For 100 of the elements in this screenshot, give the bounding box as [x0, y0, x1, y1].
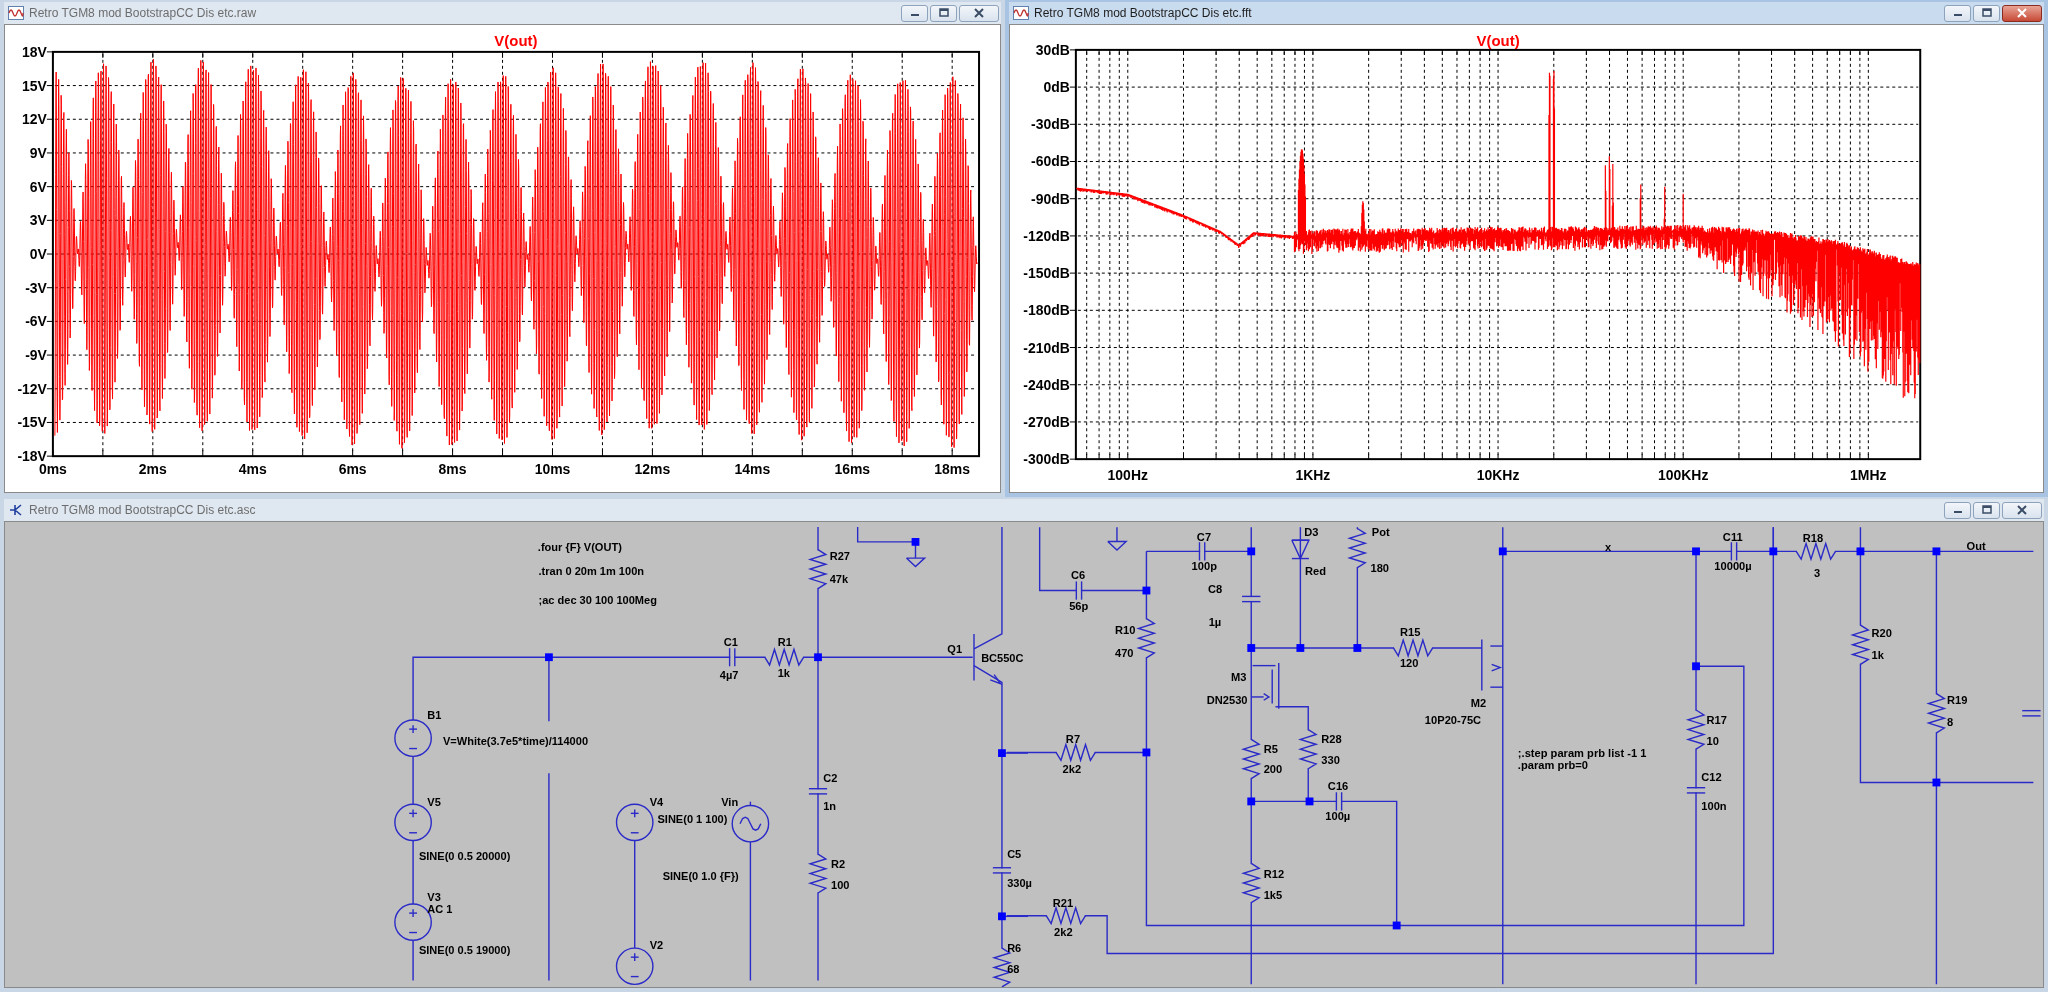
component-label: R6 — [1007, 942, 1022, 955]
minimize-button[interactable] — [1944, 4, 1971, 22]
component-label: 1n — [823, 800, 837, 813]
axis-tick-label: -15V — [17, 414, 47, 431]
axis-tick-label: 2ms — [138, 461, 167, 478]
component-label: 1k — [777, 666, 790, 679]
axis-tick-label: -9V — [25, 347, 47, 364]
component-label: M2 — [1470, 697, 1487, 710]
axis-tick-label: 0V — [29, 246, 47, 262]
restore-button[interactable] — [930, 4, 957, 22]
waveform-icon — [8, 6, 24, 20]
component-label: Vin — [721, 795, 739, 808]
component-label: SINE(0 1.0 {F}) — [662, 869, 739, 882]
close-button[interactable] — [2002, 501, 2042, 519]
axis-tick-label: 14ms — [734, 461, 771, 478]
axis-tick-label: -60dB — [1031, 153, 1070, 170]
component-label: 330µ — [1007, 877, 1032, 890]
window-title: Retro TGM8 mod BootstrapCC Dis etc.fft — [1034, 5, 1252, 22]
axis-tick-label: -120dB — [1023, 227, 1070, 244]
component-label: C7 — [1196, 531, 1212, 543]
spice-directive: ;ac dec 30 100 100Meg — [538, 594, 657, 607]
component-label: C11 — [1722, 531, 1743, 543]
axis-tick-label: 18ms — [934, 461, 970, 478]
component-label: 1k — [1871, 649, 1884, 662]
component-label: AC 1 — [427, 903, 453, 916]
component-label: x — [1604, 540, 1612, 553]
component-label: R12 — [1263, 867, 1285, 880]
component-label: C12 — [1701, 771, 1722, 784]
component-label: 2k2 — [1062, 762, 1082, 775]
restore-button[interactable] — [1973, 501, 2000, 519]
component-label: 1k5 — [1263, 889, 1283, 902]
component-label: 100p — [1191, 560, 1217, 573]
schematic-icon — [8, 503, 24, 517]
component-label: R1 — [777, 636, 792, 649]
minimize-button[interactable] — [901, 4, 928, 22]
component-label: 68 — [1007, 962, 1020, 975]
axis-tick-label: -210dB — [1023, 339, 1070, 356]
axis-tick-label: -180dB — [1023, 302, 1070, 319]
component-label: R17 — [1706, 713, 1727, 726]
axis-tick-label: -240dB — [1023, 376, 1070, 393]
component-label: 120 — [1399, 657, 1419, 669]
restore-button[interactable] — [1973, 4, 2000, 22]
axis-tick-label: -3V — [25, 279, 47, 296]
axis-tick-label: 10KHz — [1476, 467, 1520, 484]
axis-tick-label: 1MHz — [1850, 467, 1887, 484]
axis-tick-label: 6ms — [338, 461, 367, 478]
axis-tick-label: 4ms — [238, 461, 267, 478]
component-label: SINE(0 0.5 19000) — [418, 944, 511, 956]
axis-tick-label: 8ms — [438, 461, 467, 478]
component-label: 100µ — [1325, 810, 1351, 823]
component-label: 10 — [1706, 735, 1719, 748]
component-label: C5 — [1007, 848, 1022, 861]
component-label: SINE(0 0.5 20000) — [418, 850, 511, 863]
axis-tick-label: 1KHz — [1295, 467, 1331, 484]
axis-tick-label: 3V — [29, 212, 47, 229]
component-label: Pot — [1371, 526, 1390, 539]
component-label: 180 — [1370, 561, 1390, 574]
axis-tick-label: 30dB — [1035, 41, 1070, 58]
minimize-button[interactable] — [1944, 501, 1971, 519]
close-button[interactable] — [2002, 4, 2042, 22]
component-label: 3 — [1813, 566, 1821, 579]
axis-tick-label: -90dB — [1031, 190, 1070, 207]
component-label: 2k2 — [1054, 926, 1073, 938]
component-label: Red — [1304, 564, 1326, 577]
component-label: C2 — [823, 771, 838, 784]
component-label: R7 — [1065, 733, 1081, 746]
axis-tick-label: -150dB — [1023, 265, 1070, 282]
axis-tick-label: 9V — [29, 144, 47, 161]
component-label: M3 — [1230, 671, 1247, 684]
component-label: R21 — [1052, 896, 1074, 909]
component-label: BC550C — [981, 651, 1024, 664]
axis-tick-label: 18V — [22, 43, 47, 60]
component-label: C6 — [1071, 568, 1086, 581]
axis-tick-label: 0dB — [1043, 79, 1070, 96]
close-icon — [2016, 8, 2028, 18]
component-label: C16 — [1327, 780, 1349, 793]
component-label: R27 — [829, 550, 850, 563]
component-label: C8 — [1208, 583, 1223, 596]
component-label: D3 — [1304, 526, 1319, 539]
axis-tick-label: -6V — [25, 313, 47, 330]
axis-tick-label: -12V — [17, 380, 47, 397]
component-label: V3 — [427, 890, 441, 903]
maximize-icon — [1980, 8, 1993, 18]
component-label: R2 — [831, 857, 846, 870]
component-label: 8 — [1946, 715, 1954, 728]
close-button[interactable] — [959, 4, 999, 22]
component-label: 100 — [831, 878, 850, 891]
component-label: V2 — [649, 939, 664, 952]
component-label: V5 — [427, 795, 441, 808]
axis-tick-label: 16ms — [834, 461, 871, 478]
maximize-icon — [1980, 505, 1993, 515]
component-label: R18 — [1802, 532, 1824, 545]
spice-directive: .four {F} V(OUT) — [537, 541, 622, 554]
axis-tick-label: -300dB — [1023, 451, 1070, 468]
component-label: Out — [1966, 540, 1986, 553]
component-label: 1µ — [1208, 615, 1222, 628]
component-label: V4 — [649, 795, 664, 808]
spice-directive: .param prb=0 — [1517, 758, 1589, 771]
component-label: SINE(0 1 100) — [657, 812, 728, 825]
component-label: C1 — [723, 636, 738, 649]
